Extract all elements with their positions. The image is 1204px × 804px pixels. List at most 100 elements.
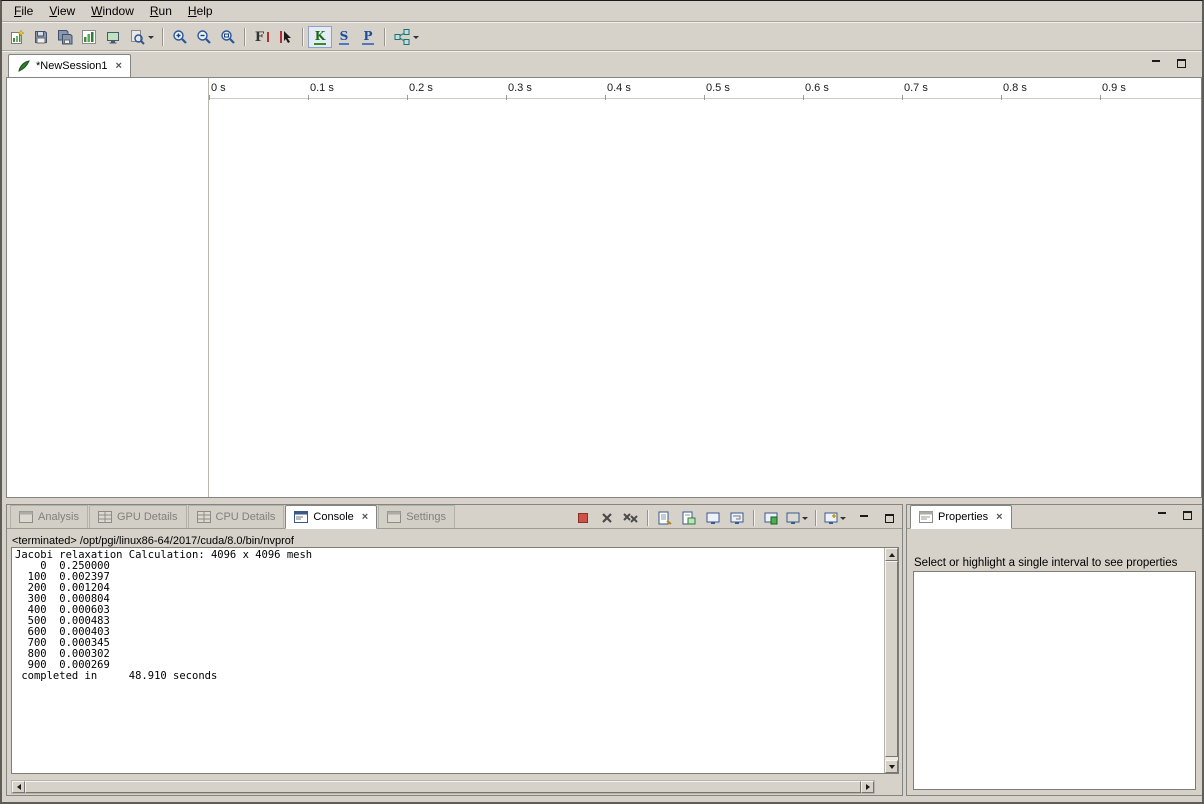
kernel-timeline-toggle[interactable]: K [308,26,332,48]
menu-run-rest: un [159,4,172,18]
pin-console-button[interactable] [760,508,782,528]
menu-view[interactable]: View [41,1,83,21]
session-tab-close-icon[interactable]: × [116,60,122,72]
console-toolbar [572,508,894,528]
timeline-row-sash[interactable] [208,78,209,497]
ruler-tick: 0.9 s [1102,82,1126,94]
save-button[interactable] [29,26,53,48]
console-minimize-button[interactable] [860,514,869,523]
chart-button[interactable] [77,26,101,48]
session-icon [17,59,31,73]
menu-run-accel: R [150,4,159,18]
properties-content-area [913,571,1196,790]
word-wrap-button[interactable] [726,508,748,528]
cpu-details-tab-icon [197,511,211,523]
scroll-left-button[interactable] [12,781,25,793]
next-marker-button[interactable] [274,26,298,48]
scroll-right-button[interactable] [861,781,874,793]
save-all-button[interactable] [53,26,77,48]
scroll-up-button[interactable] [885,548,898,561]
tab-cpu-details-label: CPU Details [216,511,276,523]
clear-console-icon [658,511,672,525]
dropdown-arrow-icon[interactable] [840,517,846,520]
export-console-button[interactable] [678,508,700,528]
arrow-left-icon [17,784,21,790]
remove-all-terminated-button[interactable] [620,508,642,528]
toolbar-separator [384,28,386,46]
console-output-area[interactable]: Jacobi relaxation Calculation: 4096 x 40… [11,547,899,774]
menu-window[interactable]: Window [83,1,142,21]
dropdown-arrow-icon[interactable] [413,36,419,39]
kernel-letter-icon: K [314,30,326,45]
ruler-tick: 0.3 s [508,82,532,94]
export-console-icon [682,511,696,525]
menu-help[interactable]: Help [180,1,221,21]
console-hscrollbar[interactable] [11,780,875,794]
properties-minmax [1158,511,1192,520]
properties-view: Properties × Select or highlight a singl… [906,504,1203,796]
tab-session[interactable]: *NewSession1 × [8,54,131,77]
terminate-icon [578,513,588,523]
nvvp-window: File View Window Run Help [0,0,1204,804]
ruler-tick: 0.1 s [310,82,334,94]
ruler-tick: 0.2 s [409,82,433,94]
vscroll-thumb[interactable] [885,561,898,757]
toolbar-separator [753,510,755,526]
tab-console-close-icon[interactable]: × [362,511,368,523]
new-session-icon [9,29,25,45]
timeline-ruler[interactable]: 0 s 0.1 s 0.2 s 0.3 s 0.4 s 0.5 s 0.6 s … [209,78,1201,99]
profile-options-button[interactable] [125,26,158,48]
scroll-down-button[interactable] [885,760,898,773]
ruler-tick: 0.8 s [1003,82,1027,94]
new-session-button[interactable] [5,26,29,48]
arrow-down-icon [889,765,895,769]
editor-minmax [1152,59,1186,68]
stream-timeline-toggle[interactable]: S [332,26,356,48]
dropdown-arrow-icon[interactable] [148,36,154,39]
save-icon [33,29,49,45]
scroll-lock-button[interactable] [702,508,724,528]
tab-properties[interactable]: Properties × [910,505,1012,529]
process-timeline-toggle[interactable]: P [356,26,380,48]
clear-console-button[interactable] [654,508,676,528]
analysis-dropdown-button[interactable] [390,26,423,48]
remove-launch-button[interactable] [596,508,618,528]
zoom-out-button[interactable] [192,26,216,48]
minimize-icon [860,514,869,523]
console-terminated-line: <terminated> /opt/pgi/linux86-64/2017/cu… [12,535,294,547]
display-console-button[interactable] [784,508,810,528]
timeline-editor: 0 s 0.1 s 0.2 s 0.3 s 0.4 s 0.5 s 0.6 s … [6,77,1202,498]
tab-properties-close-icon[interactable]: × [996,511,1002,523]
tab-gpu-details[interactable]: GPU Details [89,505,187,528]
tab-console[interactable]: Console × [285,505,377,529]
zoom-fit-button[interactable] [216,26,240,48]
maximize-icon [1183,511,1192,520]
hscroll-thumb[interactable] [25,781,861,793]
tab-settings[interactable]: Settings [378,505,455,528]
editor-tabbar: *NewSession1 × [6,54,1198,77]
tab-analysis[interactable]: Analysis [10,505,88,528]
menu-file[interactable]: File [6,1,41,21]
console-maximize-button[interactable] [885,514,894,523]
magnifier-page-icon [129,29,145,45]
dropdown-arrow-icon[interactable] [802,517,808,520]
properties-minimize-button[interactable] [1158,511,1167,520]
open-console-button[interactable] [822,508,848,528]
stream-letter-icon: S [339,30,350,45]
console-vscrollbar[interactable] [884,548,898,773]
zoom-in-button[interactable] [168,26,192,48]
menu-run[interactable]: Run [142,1,180,21]
compare-button[interactable] [101,26,125,48]
scroll-lock-icon [706,512,720,525]
editor-maximize-button[interactable] [1177,59,1186,68]
editor-minimize-button[interactable] [1152,59,1161,68]
terminate-button[interactable] [572,508,594,528]
menu-window-accel: W [91,4,102,18]
tab-cpu-details[interactable]: CPU Details [188,505,285,528]
arrow-up-icon [889,553,895,557]
marker-f-button[interactable]: F [250,26,274,48]
marker-f-icon: F [255,30,269,45]
properties-maximize-button[interactable] [1183,511,1192,520]
tab-properties-label: Properties [938,511,988,523]
menu-help-rest: elp [197,4,213,18]
